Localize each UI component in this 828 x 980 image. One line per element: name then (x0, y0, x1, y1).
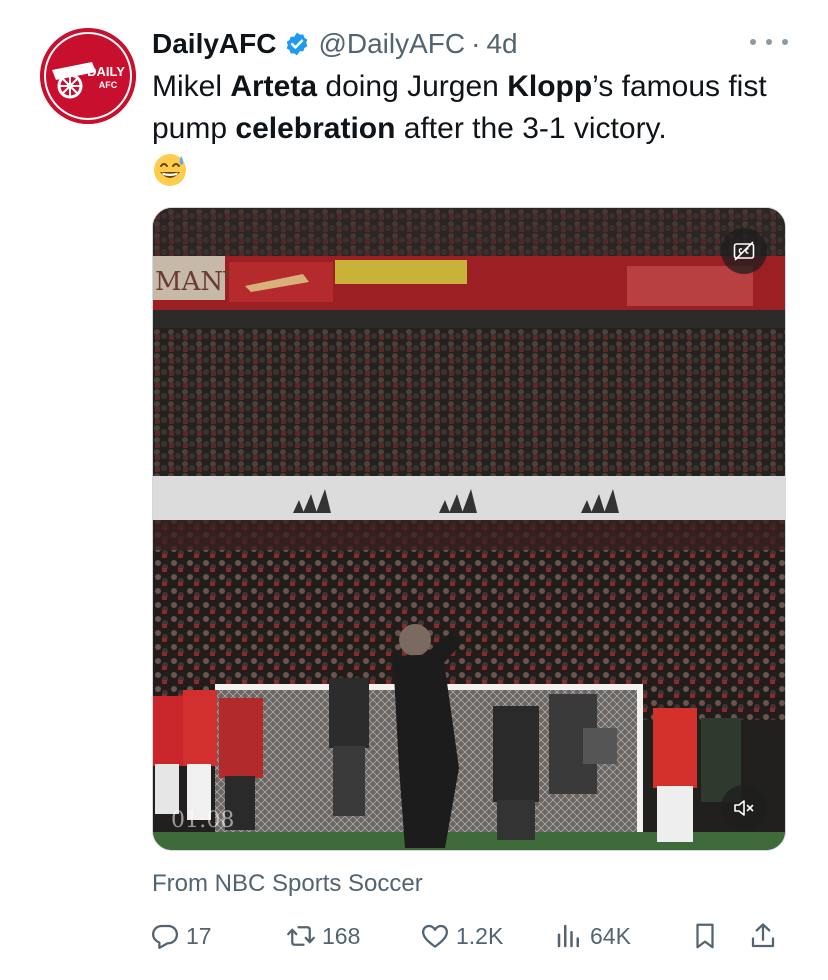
board-text: MANY (155, 267, 241, 297)
svg-text:DAILY: DAILY (87, 64, 125, 79)
muted-speaker-icon (734, 800, 754, 816)
tweet[interactable]: DAILY AFC DailyAFC @DailyAFC · 4d Mikel … (0, 0, 828, 980)
display-name[interactable]: DailyAFC (152, 28, 276, 60)
share-icon (751, 923, 775, 948)
separator-dot: · (471, 28, 481, 59)
media-source[interactable]: From NBC Sports Soccer (152, 870, 423, 898)
tweet-text: Mikel Arteta doing Jurgen Klopp’s famous… (152, 66, 802, 192)
grinning-face-with-sweat-icon (154, 154, 186, 186)
views-button[interactable]: 64K (554, 918, 631, 954)
tweet-header: DailyAFC @DailyAFC · 4d (152, 26, 518, 62)
avatar[interactable]: DAILY AFC (40, 28, 136, 124)
views-chart-icon (557, 924, 579, 948)
text-segment-bold: celebration (235, 112, 396, 145)
video-player[interactable]: MANY 01:08 (152, 207, 786, 851)
video-timestamp: 01:08 (171, 808, 235, 833)
bookmark-button[interactable] (690, 918, 726, 954)
reply-icon (152, 924, 178, 949)
reply-count: 17 (186, 922, 212, 949)
text-segment: after the 3-1 victory. (395, 112, 667, 145)
svg-text:AFC: AFC (99, 80, 118, 90)
text-segment-bold: Arteta (230, 70, 318, 103)
handle[interactable]: @DailyAFC (318, 28, 465, 60)
repost-button[interactable]: 168 (286, 918, 360, 954)
reply-button[interactable]: 17 (150, 918, 212, 954)
text-segment: doing Jurgen (317, 70, 508, 103)
heart-icon (422, 924, 448, 948)
text-segment-bold: Klopp (507, 70, 593, 103)
timestamp[interactable]: 4d (486, 28, 517, 60)
repost-icon (287, 926, 315, 946)
verified-badge-icon (287, 32, 308, 56)
more-options-icon[interactable] (750, 30, 788, 54)
like-count: 1.2K (456, 922, 504, 949)
text-segment: Mikel (152, 70, 231, 103)
repost-count: 168 (322, 922, 361, 949)
daily-afc-logo-icon: DAILY AFC (40, 28, 136, 124)
captions-icon (733, 241, 755, 261)
captions-button[interactable] (721, 228, 767, 274)
views-count: 64K (590, 922, 631, 949)
stadium-video-frame: MANY (153, 208, 785, 850)
share-button[interactable] (748, 918, 784, 954)
bookmark-icon (696, 923, 714, 949)
like-button[interactable]: 1.2K (420, 918, 503, 954)
unmute-button[interactable] (721, 785, 767, 831)
